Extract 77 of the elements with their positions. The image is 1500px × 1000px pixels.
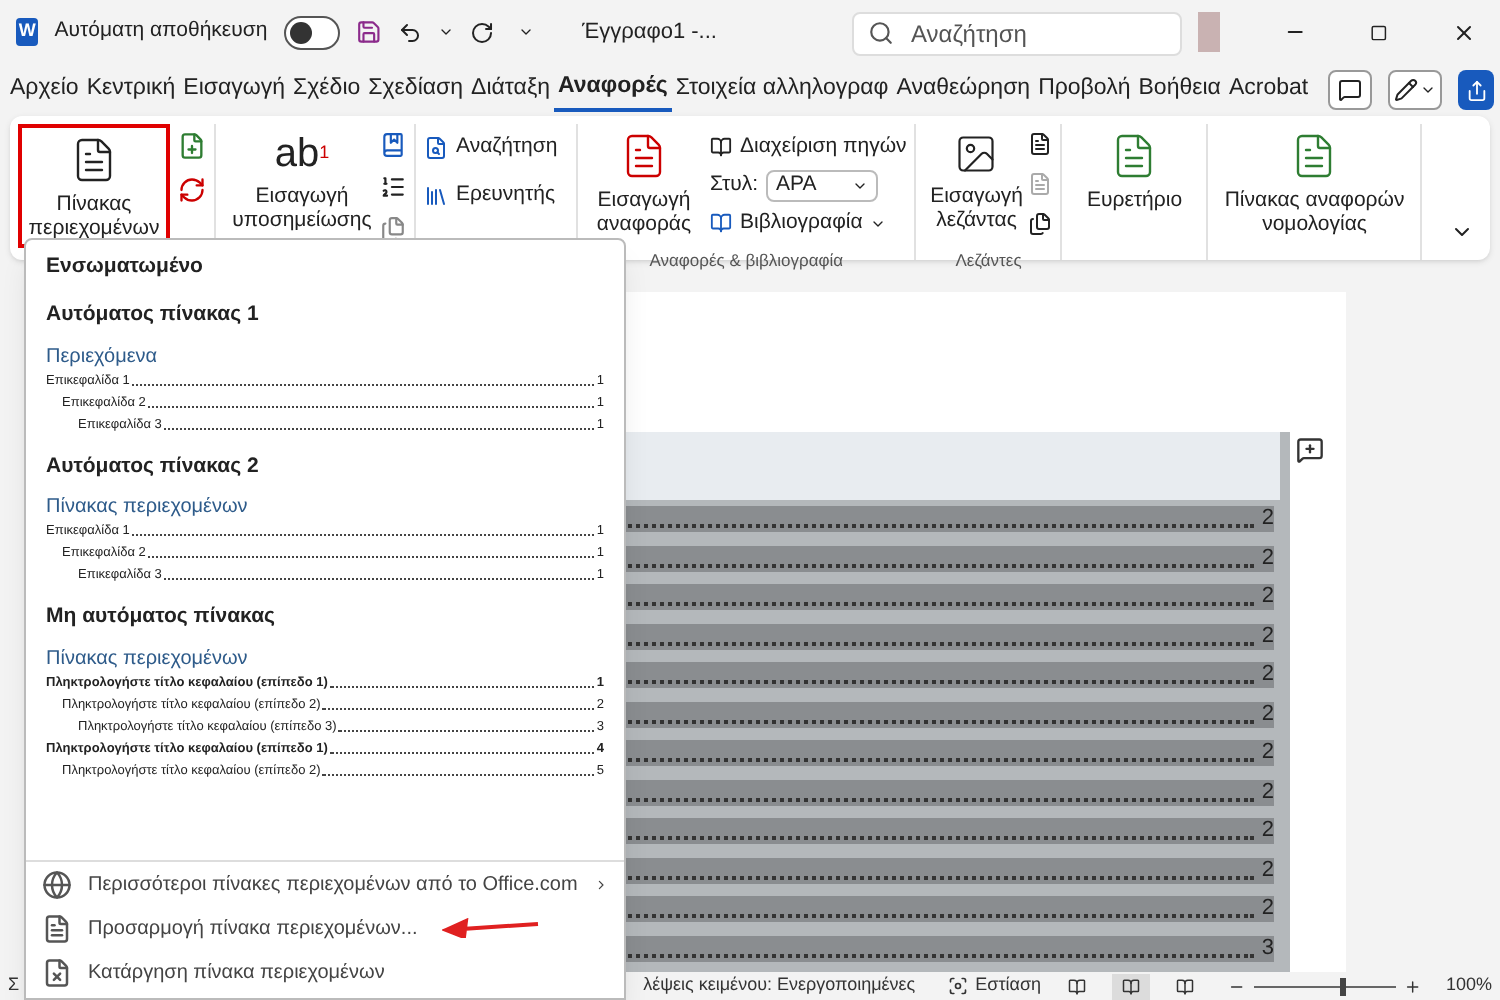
document-title: Έγγραφο1 -... — [581, 17, 717, 48]
ribbon-button[interactable]: Εισαγωγή αναφοράς — [586, 124, 702, 248]
ribbon-tab[interactable]: Σχέδιο — [289, 68, 365, 112]
autosave-toggle[interactable] — [283, 15, 341, 49]
book-icon — [710, 212, 732, 235]
group-label: Λεζάντες — [953, 248, 1024, 274]
zoom-in-icon[interactable] — [1404, 977, 1422, 995]
toc-heading: Περιεχόμενα — [46, 343, 160, 369]
research-button[interactable]: Αναζήτηση — [424, 132, 568, 164]
next-footnote-icon[interactable] — [380, 174, 406, 200]
research-button[interactable]: Ερευνητής — [424, 179, 568, 211]
group-label: Αναφορές & βιβλιογραφία — [647, 248, 846, 274]
ribbon-tab[interactable]: Αναθεώρηση — [892, 68, 1035, 112]
style-label: Στυλ: — [710, 169, 759, 200]
ribbon-tab[interactable]: Κεντρική — [82, 68, 180, 112]
show-notes-icon[interactable] — [380, 216, 406, 242]
ribbon-tab[interactable]: Βοήθεια — [1134, 68, 1225, 112]
menu-section-title: Ενσωματωμένο — [46, 252, 205, 282]
footnote-glyph[interactable]: ab$^{1}$ — [274, 132, 330, 176]
editing-button[interactable] — [1387, 70, 1443, 110]
ribbon-tab[interactable]: Σχεδίαση — [364, 68, 468, 112]
update-table-icon[interactable] — [178, 176, 206, 204]
pencil-icon — [1393, 78, 1418, 102]
page-view-icon — [1121, 977, 1140, 995]
ribbon-tab[interactable]: Διάταξη — [467, 68, 554, 112]
page-view-icon — [1067, 977, 1086, 995]
template-title: Αυτόματος πίνακας 1 — [46, 299, 261, 330]
redo-icon[interactable] — [469, 17, 494, 47]
search-document-icon — [424, 135, 448, 160]
document-icon — [42, 913, 72, 943]
ribbon-tab[interactable]: Αναφορές — [554, 68, 672, 112]
new-comment-icon[interactable] — [1296, 436, 1324, 464]
search-icon — [868, 20, 895, 46]
page-view-icon — [1176, 977, 1195, 995]
ribbon-button[interactable]: Ευρετήριο — [1070, 124, 1199, 248]
cross-reference-icon[interactable] — [1028, 212, 1053, 236]
bibliography-button[interactable]: Βιβλιογραφία — [710, 207, 907, 239]
search-field[interactable]: Αναζήτηση — [852, 12, 1182, 56]
avatar-placeholder — [1197, 12, 1220, 52]
view-button[interactable] — [1111, 973, 1151, 999]
ribbon-tab[interactable]: Στοιχεία αλληλογραφ — [671, 68, 893, 112]
ribbon-tab[interactable]: Προβολή — [1034, 68, 1135, 112]
share-button[interactable] — [1458, 70, 1494, 110]
style-dropdown[interactable]: APA — [766, 169, 879, 202]
share-icon — [1465, 79, 1488, 101]
toc-template[interactable] — [46, 602, 604, 782]
endnote-icon[interactable] — [380, 132, 406, 158]
manage-sources-button[interactable]: Διαχείριση πηγών — [710, 132, 907, 164]
proofing-status: λέψεις κειμένου: Ενεργοποιημένες — [643, 972, 916, 999]
focus-icon — [947, 976, 968, 996]
maximize-icon[interactable] — [1370, 21, 1388, 43]
books-icon — [424, 183, 448, 208]
focus-button[interactable]: Εστίαση — [947, 972, 1042, 1000]
ribbon-tab[interactable]: Αρχείο — [6, 68, 83, 112]
app-logo: W — [16, 18, 39, 46]
style-value: APA — [776, 169, 817, 200]
ribbon-button[interactable]: Εισαγωγή λεζάντας — [924, 124, 1029, 248]
comments-button[interactable] — [1328, 70, 1372, 110]
autosave-label: Αυτόματη αποθήκευση — [54, 16, 268, 47]
caret-icon — [1419, 82, 1436, 98]
comment-icon — [1337, 78, 1362, 102]
picture-icon — [954, 132, 999, 176]
globe-icon — [42, 869, 72, 899]
table-of-figures-icon[interactable] — [1028, 132, 1053, 156]
add-text-icon[interactable] — [178, 132, 206, 160]
footnote-label[interactable]: υποσημείωσης — [232, 208, 372, 232]
ribbon-button[interactable]: Πίνακας αναφορών νομολογίας — [1216, 124, 1413, 248]
book-icon — [710, 136, 732, 159]
template-title: Αυτόματος πίνακας 2 — [46, 451, 261, 481]
ribbon-tab[interactable]: Acrobat — [1224, 68, 1313, 112]
ribbon-tab[interactable]: Εισαγωγή — [179, 68, 290, 112]
document-remove-icon — [42, 957, 72, 987]
footnote-label[interactable]: Εισαγωγή — [255, 184, 349, 208]
status-text: Σ — [8, 972, 20, 999]
save-icon[interactable] — [356, 16, 382, 48]
zoom-reading: 100% — [1445, 972, 1492, 999]
zoom-slider-fill[interactable] — [1339, 977, 1346, 995]
